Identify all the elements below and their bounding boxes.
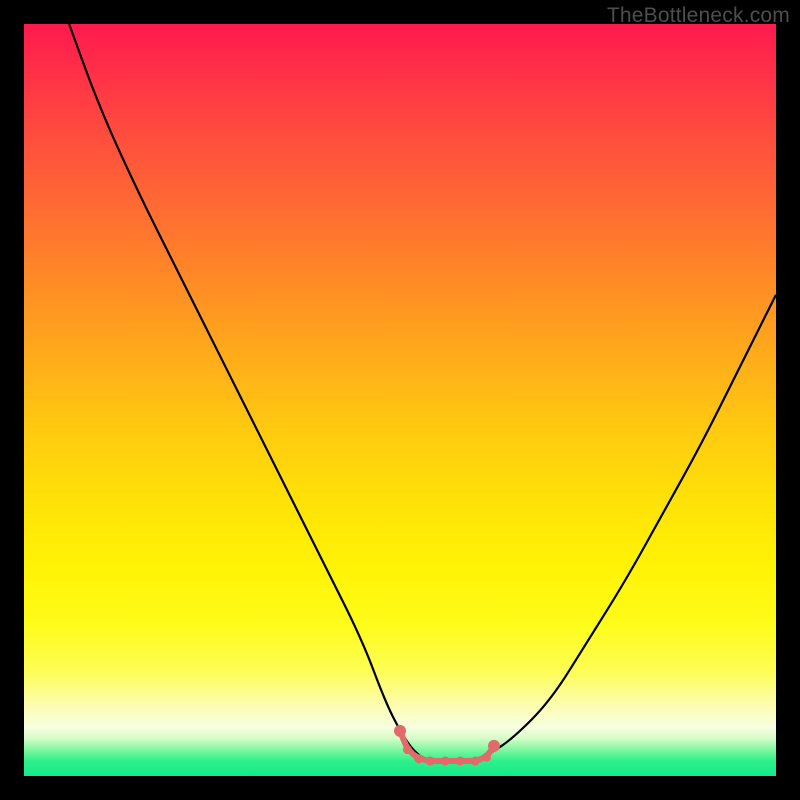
chart-frame: TheBottleneck.com [0,0,800,800]
curve-marker [488,740,500,752]
curve-marker [441,756,450,765]
curve-layer [24,24,776,776]
curve-marker [482,753,491,762]
curve-marker [403,745,412,754]
bottleneck-curve [69,24,776,761]
watermark-text: TheBottleneck.com [607,4,790,28]
curve-marker [394,725,406,737]
flat-segment-stroke [400,731,494,761]
curve-marker [414,754,423,763]
curve-marker [471,756,480,765]
curve-marker [426,756,435,765]
curve-marker [456,756,465,765]
